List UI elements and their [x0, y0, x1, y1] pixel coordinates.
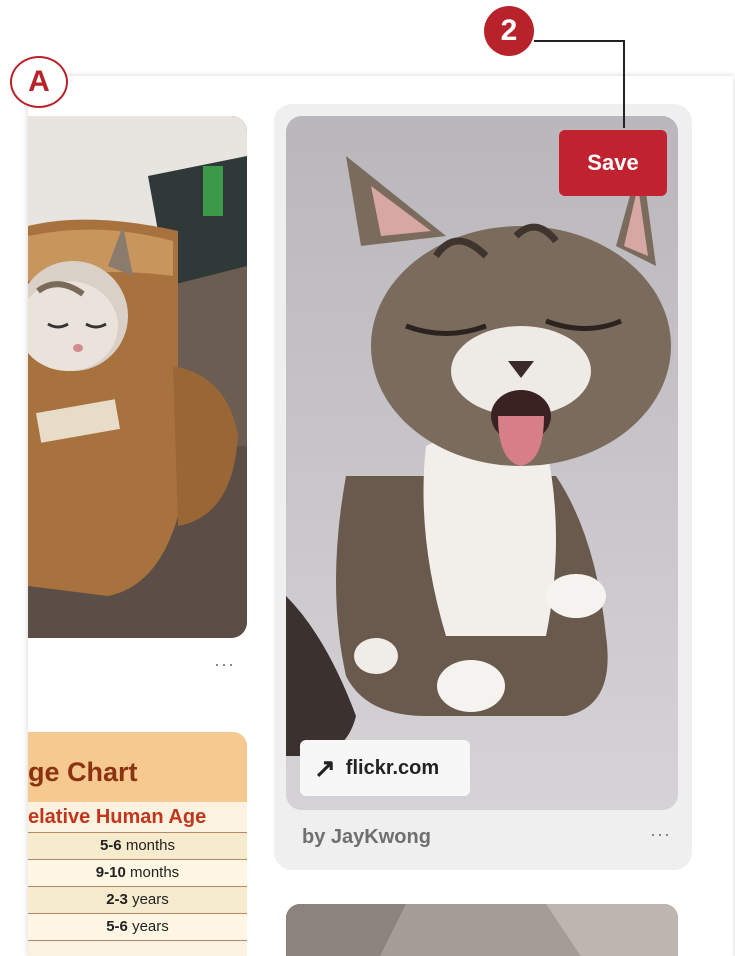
next-pin-illustration — [286, 904, 678, 956]
kitten-in-boot-pin-image[interactable] — [28, 116, 247, 638]
annotation-callout-2: 2 — [484, 6, 534, 56]
age-value: 9-10 — [95, 864, 126, 881]
age-chart-row: 9-10 months — [28, 860, 247, 887]
yawning-kitten-illustration — [286, 116, 678, 810]
annotation-label-a: A — [10, 56, 68, 108]
source-link-text: flickr.com — [345, 756, 440, 779]
age-unit: years — [127, 918, 169, 935]
age-chart-rows: 5-6 months 9-10 months 2-3 years 5-6 yea… — [28, 833, 247, 941]
age-chart-pin[interactable]: ge Chart elative Human Age 5-6 months 9-… — [28, 732, 247, 956]
next-pin-image[interactable] — [286, 904, 678, 956]
age-value: 5-6 — [99, 837, 122, 854]
callout-leader-line — [623, 40, 625, 128]
source-link-button[interactable]: ↗ flickr.com — [300, 740, 470, 796]
callout-leader-line — [534, 40, 624, 42]
kitten-in-boot-illustration — [28, 116, 247, 638]
kitten-yawn-pin-image[interactable] — [286, 116, 678, 810]
save-button[interactable]: Save — [559, 130, 667, 196]
age-value: 5-6 — [106, 918, 128, 935]
arrow-up-right-icon: ↗ — [314, 753, 336, 783]
left-pin-more-button[interactable]: ··· — [214, 654, 235, 675]
age-unit: months — [125, 864, 180, 881]
age-chart-row: 5-6 months — [28, 833, 247, 860]
age-chart-row: 2-3 years — [28, 887, 247, 914]
right-pin-more-button[interactable]: ··· — [650, 824, 671, 845]
age-chart-title: ge Chart — [28, 732, 247, 802]
age-unit: years — [127, 891, 169, 908]
age-unit: months — [121, 837, 176, 854]
age-value: 2-3 — [106, 891, 128, 908]
age-chart-row: 5-6 years — [28, 914, 247, 941]
age-chart-subtitle: elative Human Age — [28, 802, 247, 833]
pin-feed-panel: ··· ge Chart elative Human Age 5-6 month… — [28, 76, 733, 956]
pin-author-byline[interactable]: by JayKwong — [302, 826, 431, 849]
